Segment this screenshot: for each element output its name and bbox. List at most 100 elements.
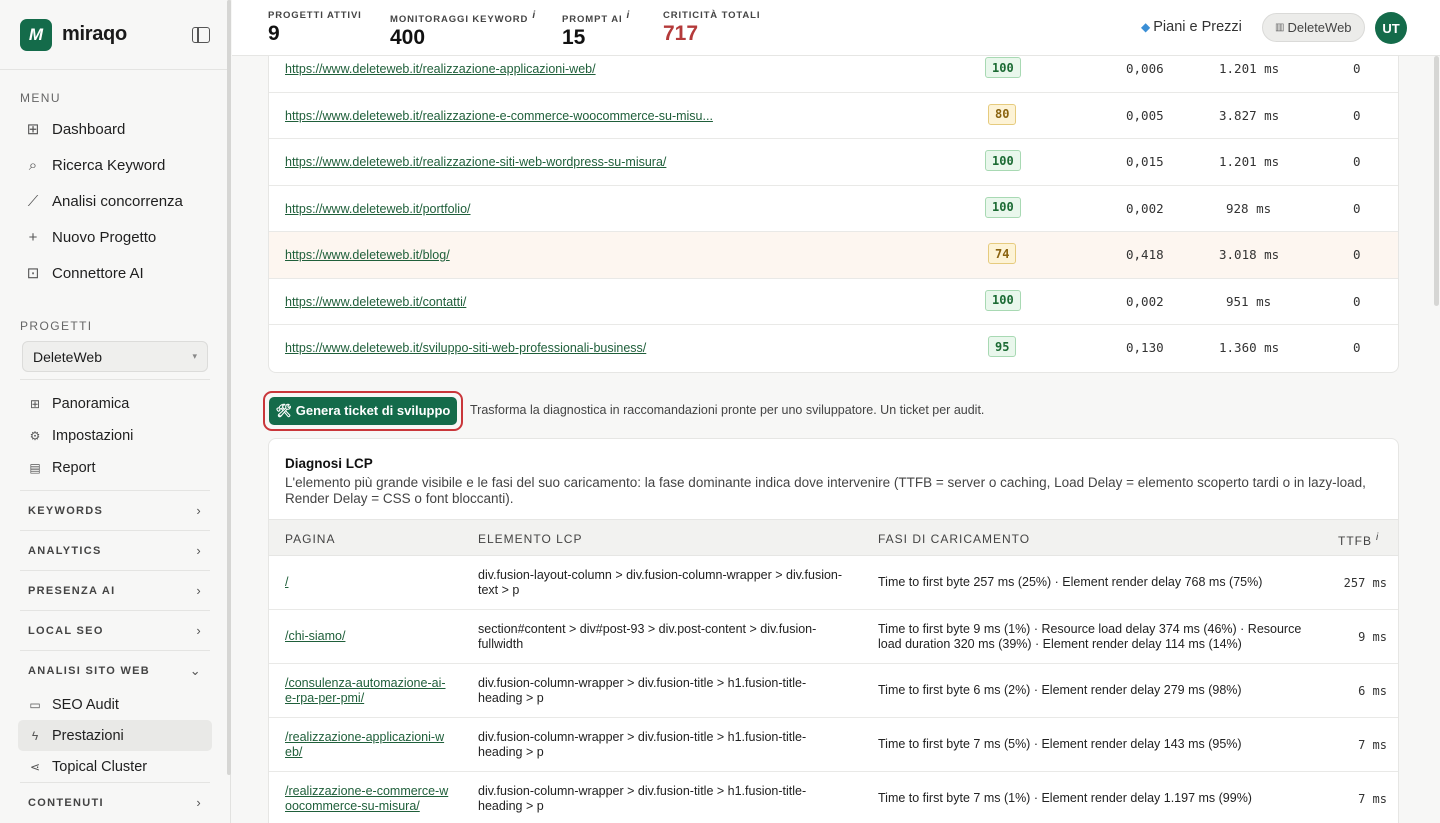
- count-value: 0: [1353, 154, 1361, 169]
- page-url-link[interactable]: https://www.deleteweb.it/contatti/: [285, 295, 466, 309]
- monitor-icon: ▭: [29, 698, 41, 712]
- table-row: https://www.deleteweb.it/realizzazione-a…: [269, 56, 1398, 93]
- nav-item-analisi-concorrenza[interactable]: ⟋ Analisi concorrenza: [0, 183, 230, 219]
- stat-prompt-ai: PROMPT AI i 15: [562, 10, 630, 50]
- sidebar-item-report[interactable]: ▤ Report: [0, 452, 230, 484]
- page-link[interactable]: /realizzazione-applicazioni-web/: [285, 730, 450, 760]
- group-local-seo[interactable]: LOCAL SEO ›: [20, 610, 210, 650]
- column-header-ttfb: TTFB i: [1338, 532, 1379, 548]
- score-badge: 100: [985, 196, 1021, 218]
- nav-item-ricerca-keyword[interactable]: ⌕ Ricerca Keyword: [0, 147, 230, 183]
- sidebar-item-seo-audit[interactable]: ▭ SEO Audit: [0, 690, 230, 720]
- sidebar-scrollbar[interactable]: [227, 0, 231, 775]
- share-icon: ⋖: [29, 759, 41, 774]
- project-chip[interactable]: ▥ DeleteWeb: [1262, 13, 1365, 42]
- chevron-right-icon: ›: [196, 623, 202, 638]
- group-label: KEYWORDS: [28, 504, 104, 517]
- lcp-element: div.fusion-layout-column > div.fusion-co…: [478, 568, 843, 597]
- count-value: 0: [1353, 247, 1361, 262]
- page-url-link[interactable]: https://www.deleteweb.it/realizzazione-e…: [285, 109, 713, 123]
- robot-icon: ⊡: [26, 265, 40, 282]
- ttfb-value: 7 ms: [1358, 738, 1387, 752]
- ticket-button-highlight: 🛠 Genera ticket di sviluppo: [263, 391, 463, 431]
- page-link[interactable]: /: [285, 575, 450, 590]
- ttfb-value: 6 ms: [1358, 684, 1387, 698]
- pricing-label: Piani e Prezzi: [1153, 19, 1242, 35]
- page-url-link[interactable]: https://www.deleteweb.it/sviluppo-siti-w…: [285, 341, 646, 355]
- table-row: / div.fusion-layout-column > div.fusion-…: [269, 556, 1398, 610]
- page-link[interactable]: /consulenza-automazione-ai-e-rpa-per-pmi…: [285, 676, 450, 706]
- sidebar-item-label: Report: [52, 460, 96, 476]
- ticket-description: Trasforma la diagnostica in raccomandazi…: [470, 403, 985, 417]
- page-link[interactable]: /chi-siamo/: [285, 629, 450, 644]
- gem-icon: ◆: [1141, 20, 1151, 34]
- avatar[interactable]: UT: [1375, 12, 1407, 44]
- page-link[interactable]: /realizzazione-e-commerce-woocommerce-su…: [285, 784, 450, 814]
- table-row: https://www.deleteweb.it/contatti/ 100 0…: [269, 279, 1398, 325]
- time-value: 1.201 ms: [1219, 61, 1280, 76]
- grid-icon: ⊞: [29, 397, 41, 411]
- page-url-link[interactable]: https://www.deleteweb.it/blog/: [285, 248, 450, 262]
- stat-value: 717: [663, 22, 699, 45]
- group-presenza-ai[interactable]: PRESENZA AI ›: [20, 570, 210, 610]
- info-icon[interactable]: i: [627, 10, 631, 21]
- load-phases: Time to first byte 7 ms (1%) · Element r…: [878, 791, 1252, 805]
- performance-table: https://www.deleteweb.it/realizzazione-a…: [268, 56, 1399, 373]
- nav-item-nuovo-progetto[interactable]: + Nuovo Progetto: [0, 219, 230, 255]
- column-header-phases: FASI DI CARICAMENTO: [878, 532, 1031, 546]
- nav-item-dashboard[interactable]: ⊞ Dashboard: [0, 111, 230, 147]
- info-icon[interactable]: i: [532, 10, 536, 21]
- gear-icon: ⚙: [29, 429, 41, 443]
- sidebar-item-label: Prestazioni: [52, 727, 124, 744]
- chart-line-icon: ⟋: [27, 192, 39, 210]
- group-contenuti[interactable]: CONTENUTI ›: [20, 782, 210, 822]
- nav-item-label: Analisi concorrenza: [52, 192, 183, 210]
- project-select[interactable]: DeleteWeb ▾: [22, 341, 208, 372]
- brand-name[interactable]: miraqo: [62, 23, 127, 46]
- generate-ticket-button[interactable]: 🛠 Genera ticket di sviluppo: [269, 397, 457, 425]
- load-phases: Time to first byte 7 ms (5%) · Element r…: [878, 737, 1242, 751]
- time-value: 951 ms: [1226, 293, 1272, 309]
- group-keywords[interactable]: KEYWORDS ›: [20, 490, 210, 530]
- stat-criticita-totali: CRITICITÀ TOTALI 717: [663, 10, 760, 46]
- logo-icon[interactable]: M: [20, 18, 52, 51]
- page-url-link[interactable]: https://www.deleteweb.it/realizzazione-a…: [285, 62, 596, 76]
- sidebar-item-label: SEO Audit: [52, 697, 119, 713]
- nav-item-label: Ricerca Keyword: [52, 156, 166, 174]
- load-phases: Time to first byte 9 ms (1%) · Resource …: [878, 622, 1302, 651]
- score-badge: 100: [985, 57, 1021, 78]
- cls-value: 0,015: [1126, 154, 1164, 169]
- page-url-link[interactable]: https://www.deleteweb.it/portfolio/: [285, 202, 471, 216]
- stat-label: MONITORAGGI KEYWORD i: [390, 10, 537, 26]
- pricing-link[interactable]: ◆ Piani e Prezzi: [1141, 19, 1242, 35]
- chevron-right-icon: ›: [196, 795, 202, 810]
- count-value: 0: [1353, 107, 1361, 123]
- page-scrollbar[interactable]: [1434, 56, 1439, 306]
- lcp-element: section#content > div#post-93 > div.post…: [478, 622, 817, 651]
- stat-value: 15: [562, 26, 586, 50]
- group-analytics[interactable]: ANALYTICS ›: [20, 530, 210, 570]
- sidebar-toggle-icon[interactable]: [192, 26, 210, 43]
- group-analisi-sito-web[interactable]: ANALISI SITO WEB ⌄: [20, 650, 210, 690]
- column-header-element: ELEMENTO LCP: [478, 532, 583, 546]
- table-row: /chi-siamo/ section#content > div#post-9…: [269, 610, 1398, 664]
- sidebar-item-impostazioni[interactable]: ⚙ Impostazioni: [0, 420, 230, 452]
- time-value: 3.018 ms: [1219, 247, 1280, 262]
- info-icon[interactable]: i: [1376, 532, 1378, 543]
- lcp-element: div.fusion-column-wrapper > div.fusion-t…: [478, 676, 807, 705]
- sidebar-item-panoramica[interactable]: ⊞ Panoramica: [0, 388, 230, 420]
- sidebar-item-prestazioni[interactable]: ϟ Prestazioni: [18, 720, 212, 751]
- cls-value: 0,002: [1126, 293, 1164, 309]
- load-phases: Time to first byte 257 ms (25%) · Elemen…: [878, 575, 1263, 589]
- score-badge: 95: [988, 336, 1017, 357]
- table-row: https://www.deleteweb.it/sviluppo-siti-w…: [269, 325, 1398, 372]
- nav-item-connettore-ai[interactable]: ⊡ Connettore AI: [0, 255, 230, 291]
- page-url-link[interactable]: https://www.deleteweb.it/realizzazione-s…: [285, 155, 666, 169]
- table-row: https://www.deleteweb.it/realizzazione-e…: [269, 93, 1398, 139]
- chevron-down-icon: ▾: [192, 351, 197, 361]
- stat-label: PROGETTI ATTIVI: [268, 10, 362, 21]
- time-value: 1.360 ms: [1219, 340, 1280, 355]
- project-select-value: DeleteWeb: [33, 348, 103, 365]
- chevron-right-icon: ›: [196, 503, 202, 518]
- sidebar-item-topical-cluster[interactable]: ⋖ Topical Cluster: [0, 751, 230, 782]
